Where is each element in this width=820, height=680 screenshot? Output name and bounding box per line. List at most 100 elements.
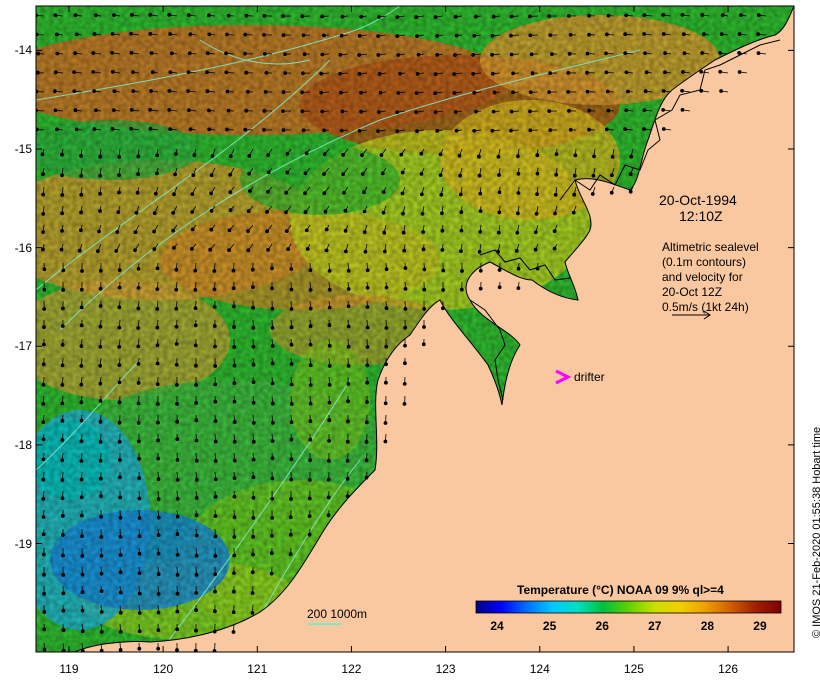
velocity-arrow-head xyxy=(156,515,161,520)
velocity-arrow-head xyxy=(401,230,406,235)
velocity-arrow-head xyxy=(343,249,348,254)
velocity-arrow-head xyxy=(53,89,57,94)
velocity-arrow-head xyxy=(680,88,684,93)
velocity-arrow-head xyxy=(167,108,172,112)
velocity-arrow-head xyxy=(398,71,402,76)
velocity-arrow-head xyxy=(61,628,66,632)
velocity-arrow-head xyxy=(137,646,142,651)
velocity-arrow-head xyxy=(300,109,305,114)
velocity-arrow-head xyxy=(459,228,464,233)
velocity-arrow-head xyxy=(458,192,463,197)
velocity-arrow-head xyxy=(98,363,103,368)
velocity-arrow-head xyxy=(117,400,122,405)
velocity-arrow-head xyxy=(459,210,464,215)
velocity-arrow-head xyxy=(433,110,438,114)
velocity-arrow-head xyxy=(553,211,557,216)
velocity-arrow-head xyxy=(303,171,308,176)
velocity-arrow-head xyxy=(186,89,191,93)
velocity-arrow-head xyxy=(270,439,275,443)
velocity-arrow-head xyxy=(92,127,97,132)
velocity-arrow-head xyxy=(98,268,103,273)
velocity-arrow-head xyxy=(194,573,199,577)
velocity-arrow-head xyxy=(167,89,172,93)
velocity-arrow-head xyxy=(156,592,161,596)
velocity-arrow-head xyxy=(490,71,495,76)
velocity-arrow-head xyxy=(41,532,46,537)
velocity-arrow-head xyxy=(186,70,191,74)
velocity-arrow-head xyxy=(529,52,534,57)
velocity-arrow-head xyxy=(155,361,160,366)
velocity-arrow-head xyxy=(156,477,161,482)
velocity-arrow-head xyxy=(326,495,331,500)
velocity-arrow-head xyxy=(421,247,426,252)
velocity-arrow-head xyxy=(41,552,46,557)
velocity-arrow-head xyxy=(110,50,114,55)
velocity-arrow-head xyxy=(383,380,388,385)
velocity-arrow-head xyxy=(433,72,438,76)
velocity-arrow-head xyxy=(175,553,180,557)
velocity-arrow-head xyxy=(452,72,457,76)
velocity-arrow-head xyxy=(402,381,407,386)
velocity-arrow-head xyxy=(193,363,198,368)
velocity-arrow-head xyxy=(117,190,121,195)
velocity-arrow-head xyxy=(60,438,65,442)
velocity-arrow-head xyxy=(174,152,178,156)
velocity-arrow-head xyxy=(516,191,521,195)
velocity-arrow-head xyxy=(737,51,741,55)
velocity-arrow-head xyxy=(270,401,275,406)
velocity-arrow-head xyxy=(319,90,324,95)
velocity-arrow-head xyxy=(131,70,135,74)
velocity-arrow-head xyxy=(61,306,65,311)
velocity-arrow-head xyxy=(307,496,312,501)
velocity-arrow-head xyxy=(137,496,142,501)
velocity-arrow-head xyxy=(99,571,104,576)
velocity-arrow-head xyxy=(301,128,306,133)
velocity-arrow-head xyxy=(251,439,256,444)
velocity-arrow-head xyxy=(319,71,324,76)
velocity-arrow-head xyxy=(571,210,576,215)
velocity-arrow-head xyxy=(232,494,237,499)
velocity-arrow-head xyxy=(739,13,743,18)
velocity-arrow-head xyxy=(661,108,665,112)
velocity-arrow-head xyxy=(438,152,443,157)
velocity-arrow-head xyxy=(251,420,256,425)
velocity-arrow-head xyxy=(98,476,103,481)
velocity-arrow-head xyxy=(497,285,502,290)
velocity-arrow-head xyxy=(175,477,180,482)
velocity-arrow-head xyxy=(243,127,248,132)
velocity-arrow-head xyxy=(118,553,123,557)
velocity-arrow-head xyxy=(509,109,514,114)
velocity-arrow-head xyxy=(535,192,539,197)
velocity-arrow-head xyxy=(628,189,633,194)
velocity-arrow-head xyxy=(73,108,78,113)
velocity-arrow-head xyxy=(175,591,180,596)
velocity-arrow-head xyxy=(110,126,115,131)
velocity-arrow-head xyxy=(213,514,218,518)
velocity-arrow-head xyxy=(98,304,103,308)
velocity-arrow-head xyxy=(232,535,237,539)
velocity-arrow-head xyxy=(737,32,742,36)
velocity-arrow-head xyxy=(41,211,46,216)
velocity-arrow-head xyxy=(60,193,65,197)
velocity-arrow-head xyxy=(610,154,615,159)
velocity-arrow-head xyxy=(129,51,134,55)
velocity-arrow-head xyxy=(302,52,307,57)
velocity-arrow-head xyxy=(188,127,193,132)
velocity-arrow-head xyxy=(289,287,294,292)
velocity-arrow-head xyxy=(80,554,85,558)
velocity-arrow-head xyxy=(478,268,483,273)
velocity-arrow-head xyxy=(327,323,332,328)
velocity-arrow-head xyxy=(262,33,266,37)
velocity-arrow-head xyxy=(42,267,47,272)
velocity-arrow-head xyxy=(308,401,313,406)
velocity-arrow-head xyxy=(270,456,275,461)
velocity-arrow-head xyxy=(360,153,364,158)
velocity-arrow-head xyxy=(209,191,214,196)
velocity-arrow-head xyxy=(270,420,275,425)
velocity-arrow-head xyxy=(553,192,558,197)
velocity-arrow-head xyxy=(225,89,230,94)
velocity-arrow-head xyxy=(117,420,122,425)
velocity-arrow-head xyxy=(440,306,445,311)
velocity-arrow-head xyxy=(587,127,591,132)
velocity-arrow-head xyxy=(212,324,217,328)
